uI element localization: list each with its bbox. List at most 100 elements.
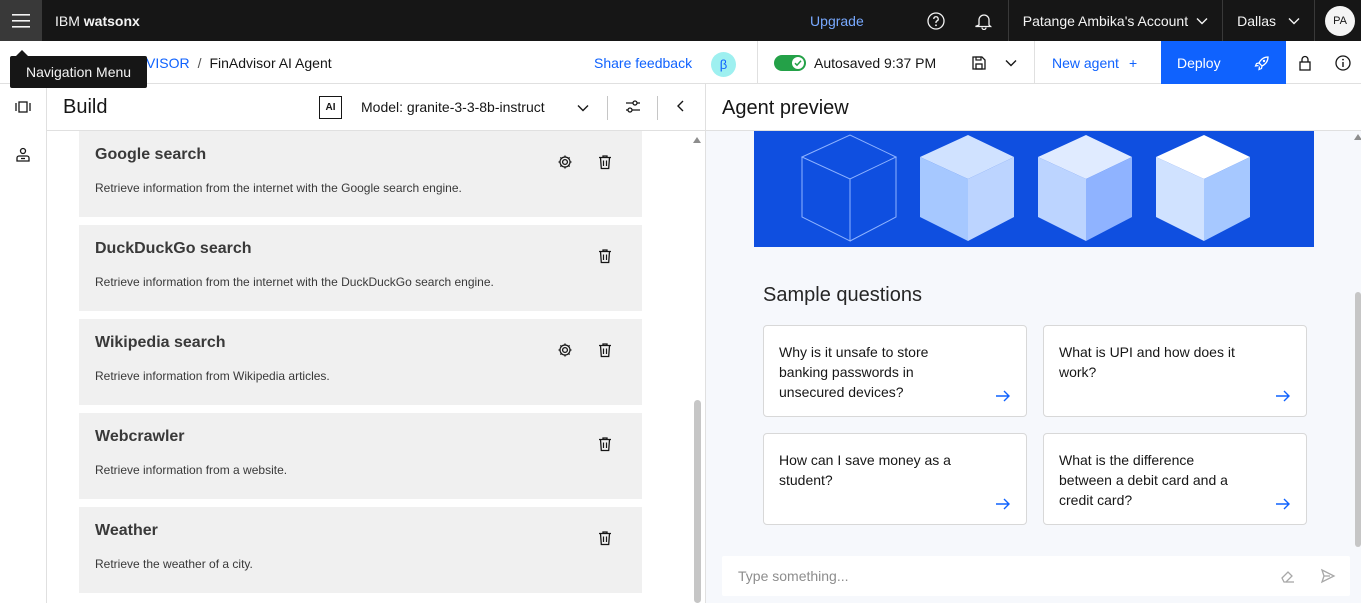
settings-sliders-icon[interactable] [624,98,642,116]
trash-icon[interactable] [598,342,612,358]
tool-name: Google search [95,146,207,163]
agent-preview-panel: Agent preview Sample questions Why is it… [705,84,1361,603]
eraser-icon[interactable] [1280,568,1296,584]
tool-description: Retrieve information from the internet w… [95,275,494,289]
arrow-right-icon [1276,390,1290,402]
hero-illustration [754,131,1314,247]
scroll-up-arrow[interactable] [1354,134,1361,140]
trash-icon[interactable] [598,530,612,546]
build-title: Build [63,96,108,118]
chevron-down-icon [1288,17,1300,24]
tool-card-duckduckgo-search[interactable]: DuckDuckGo search Retrieve information f… [79,225,642,311]
breadcrumb-separator: / [197,55,202,71]
tool-name: Wikipedia search [95,334,226,351]
gear-icon[interactable] [557,154,573,170]
top-bar: IBM watsonx Upgrade Patange Ambika's Acc… [0,0,1361,41]
share-feedback-link[interactable]: Share feedback [594,55,692,71]
ai-badge: AI [319,96,342,119]
menu-icon[interactable] [0,0,42,41]
product-brand[interactable]: IBM watsonx [55,13,140,29]
preview-title: Agent preview [722,97,849,119]
help-icon[interactable] [912,0,960,41]
trash-icon[interactable] [598,248,612,264]
preview-header: Agent preview [706,84,1361,131]
tool-card-webcrawler[interactable]: Webcrawler Retrieve information from a w… [79,413,642,499]
tool-description: Retrieve the weather of a city. [95,557,253,571]
chat-input[interactable]: Type something... [722,556,1350,596]
question-text: What is the difference between a debit c… [1059,452,1228,508]
model-selector[interactable]: Model: granite-3-3-8b-instruct [361,99,545,115]
tool-name: Weather [95,522,158,539]
tool-description: Retrieve information from the internet w… [95,181,462,195]
chevron-down-icon [1196,17,1208,24]
trash-icon[interactable] [598,154,612,170]
new-agent-label: New agent [1052,55,1119,71]
new-agent-button[interactable]: New agent + [1052,55,1137,71]
tool-name: Webcrawler [95,428,185,445]
chevron-left-icon[interactable] [674,99,688,113]
autosave-toggle[interactable] [774,55,806,71]
region-switcher[interactable]: Dallas [1223,0,1314,41]
beta-badge: β [711,52,736,77]
breadcrumb-parent-link[interactable]: VISOR [146,55,190,71]
cubes-illustration [800,134,1250,242]
scroll-thumb[interactable] [694,400,701,603]
sample-question-card[interactable]: What is UPI and how does it work? [1043,325,1307,417]
sample-questions-heading: Sample questions [763,284,922,306]
brand-prefix: IBM [55,12,80,29]
breadcrumb-current: FinAdvisor AI Agent [209,55,332,71]
sample-question-card[interactable]: Why is it unsafe to store banking passwo… [763,325,1027,417]
save-icon[interactable] [971,55,987,71]
send-icon[interactable] [1320,568,1336,584]
question-text: How can I save money as a student? [779,452,951,488]
chevron-down-icon[interactable] [1004,56,1018,70]
deploy-label: Deploy [1177,54,1221,71]
navigation-menu-tooltip: Navigation Menu [10,50,148,88]
question-text: What is UPI and how does it work? [1059,344,1235,380]
region-name: Dallas [1237,12,1276,29]
breadcrumb: VISOR / FinAdvisor AI Agent [146,55,332,71]
notification-icon[interactable] [960,0,1008,41]
trash-icon[interactable] [598,436,612,452]
build-panel: Build AI Model: granite-3-3-8b-instruct … [47,84,705,603]
account-switcher[interactable]: Patange Ambika's Account [1009,0,1222,41]
divider [607,96,608,120]
arrow-right-icon [1276,498,1290,510]
tool-name: DuckDuckGo search [95,240,252,257]
scroll-up-arrow[interactable] [693,137,701,143]
left-rail [0,84,47,603]
tool-description: Retrieve information from Wikipedia arti… [95,369,330,383]
info-icon[interactable] [1335,55,1351,71]
tool-card-wikipedia-search[interactable]: Wikipedia search Retrieve information fr… [79,319,642,405]
deploy-button[interactable]: Deploy [1161,41,1286,84]
carousel-icon[interactable] [14,98,32,116]
tool-card-google-search[interactable]: Google search Retrieve information from … [79,131,642,217]
build-header: Build AI Model: granite-3-3-8b-instruct [47,84,705,131]
checkmark-icon [794,60,802,67]
lock-icon[interactable] [1297,55,1313,71]
question-text: Why is it unsafe to store banking passwo… [779,344,929,400]
avatar[interactable]: PA [1325,5,1355,36]
autosave-status: Autosaved 9:37 PM [814,55,937,71]
preview-scrollbar[interactable] [1354,132,1361,552]
gear-icon[interactable] [557,342,573,358]
tool-description: Retrieve information from a website. [95,463,288,477]
tools-list: Google search Retrieve information from … [79,131,642,603]
scroll-thumb[interactable] [1355,292,1361,547]
toggle-knob [792,57,804,69]
divider [757,41,758,84]
sample-question-card[interactable]: How can I save money as a student? [763,433,1027,525]
rocket-icon [1254,56,1269,71]
arrow-right-icon [996,390,1010,402]
account-name: Patange Ambika's Account [1022,12,1189,29]
build-scrollbar[interactable] [692,134,702,603]
brand-name: watsonx [83,12,140,29]
tool-card-weather[interactable]: Weather Retrieve the weather of a city. [79,507,642,593]
upgrade-link[interactable]: Upgrade [810,13,864,29]
arrow-right-icon [996,498,1010,510]
divider [657,96,658,120]
chevron-down-icon[interactable] [576,101,590,115]
sample-question-card[interactable]: What is the difference between a debit c… [1043,433,1307,525]
agent-icon[interactable] [14,146,32,164]
divider [1034,41,1035,84]
